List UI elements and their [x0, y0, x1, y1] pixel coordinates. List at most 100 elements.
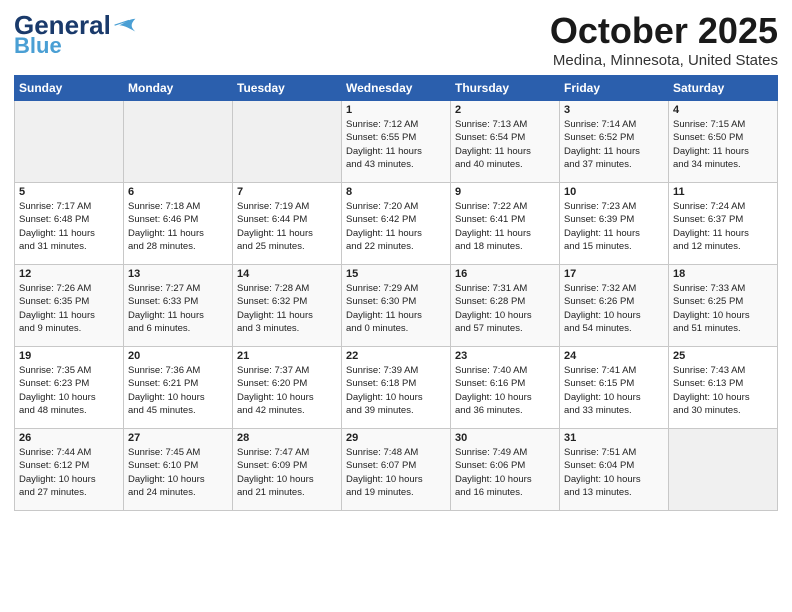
- calendar-cell: 27Sunrise: 7:45 AMSunset: 6:10 PMDayligh…: [124, 429, 233, 511]
- day-number: 4: [673, 104, 773, 116]
- calendar-cell: 13Sunrise: 7:27 AMSunset: 6:33 PMDayligh…: [124, 265, 233, 347]
- col-saturday: Saturday: [669, 76, 778, 101]
- col-thursday: Thursday: [451, 76, 560, 101]
- day-info: Sunrise: 7:43 AMSunset: 6:13 PMDaylight:…: [673, 364, 773, 417]
- logo-blue: Blue: [14, 35, 62, 57]
- day-number: 11: [673, 186, 773, 198]
- calendar-cell: 2 Sunrise: 7:13 AMSunset: 6:54 PMDaylight…: [451, 101, 560, 183]
- calendar-cell: 30 Sunrise: 7:49 AMSunset: 6:06 PMDayligh…: [451, 429, 560, 511]
- day-info: Sunrise: 7:15 AMSunset: 6:50 PMDaylight:…: [673, 118, 773, 171]
- calendar-cell: 17Sunrise: 7:32 AMSunset: 6:26 PMDayligh…: [560, 265, 669, 347]
- week-row-3: 12Sunrise: 7:26 AMSunset: 6:35 PMDayligh…: [15, 265, 778, 347]
- day-number: 28: [237, 432, 337, 444]
- day-number: 9: [455, 186, 555, 198]
- calendar-cell: 3 Sunrise: 7:14 AMSunset: 6:52 PMDaylight…: [560, 101, 669, 183]
- location: Medina, Minnesota, United States: [550, 52, 778, 69]
- day-info: Sunrise: 7:23 AMSunset: 6:39 PMDaylight:…: [564, 200, 664, 253]
- day-number: 22: [346, 350, 446, 362]
- day-info: Sunrise: 7:44 AMSunset: 6:12 PMDaylight:…: [19, 446, 119, 499]
- day-number: 8: [346, 186, 446, 198]
- day-info: Sunrise: 7:36 AMSunset: 6:21 PMDaylight:…: [128, 364, 228, 417]
- calendar-cell: 12Sunrise: 7:26 AMSunset: 6:35 PMDayligh…: [15, 265, 124, 347]
- day-info: Sunrise: 7:37 AMSunset: 6:20 PMDaylight:…: [237, 364, 337, 417]
- day-info: Sunrise: 7:47 AMSunset: 6:09 PMDaylight:…: [237, 446, 337, 499]
- calendar-cell: [233, 101, 342, 183]
- header-row: Sunday Monday Tuesday Wednesday Thursday…: [15, 76, 778, 101]
- day-number: 18: [673, 268, 773, 280]
- calendar-cell: 24 Sunrise: 7:41 AMSunset: 6:15 PMDayligh…: [560, 347, 669, 429]
- month-title: October 2025: [550, 10, 778, 52]
- day-number: 2: [455, 104, 555, 116]
- calendar-cell: 29 Sunrise: 7:48 AMSunset: 6:07 PMDayligh…: [342, 429, 451, 511]
- day-number: 6: [128, 186, 228, 198]
- calendar-cell: 5Sunrise: 7:17 AMSunset: 6:48 PMDaylight…: [15, 183, 124, 265]
- day-info: Sunrise: 7:41 AMSunset: 6:15 PMDaylight:…: [564, 364, 664, 417]
- day-info: Sunrise: 7:29 AMSunset: 6:30 PMDaylight:…: [346, 282, 446, 335]
- col-monday: Monday: [124, 76, 233, 101]
- day-number: 10: [564, 186, 664, 198]
- title-block: October 2025 Medina, Minnesota, United S…: [550, 10, 778, 69]
- calendar-cell: 15 Sunrise: 7:29 AMSunset: 6:30 PMDayligh…: [342, 265, 451, 347]
- day-info: Sunrise: 7:14 AMSunset: 6:52 PMDaylight:…: [564, 118, 664, 171]
- calendar-cell: [124, 101, 233, 183]
- calendar-cell: 1Sunrise: 7:12 AMSunset: 6:55 PMDaylight…: [342, 101, 451, 183]
- day-info: Sunrise: 7:18 AMSunset: 6:46 PMDaylight:…: [128, 200, 228, 253]
- day-number: 16: [455, 268, 555, 280]
- calendar-cell: 28 Sunrise: 7:47 AMSunset: 6:09 PMDayligh…: [233, 429, 342, 511]
- day-info: Sunrise: 7:35 AMSunset: 6:23 PMDaylight:…: [19, 364, 119, 417]
- day-number: 7: [237, 186, 337, 198]
- day-info: Sunrise: 7:12 AMSunset: 6:55 PMDaylight:…: [346, 118, 446, 171]
- calendar-cell: 22Sunrise: 7:39 AMSunset: 6:18 PMDayligh…: [342, 347, 451, 429]
- calendar-cell: 9Sunrise: 7:22 AMSunset: 6:41 PMDaylight…: [451, 183, 560, 265]
- day-info: Sunrise: 7:31 AMSunset: 6:28 PMDaylight:…: [455, 282, 555, 335]
- calendar-cell: 19Sunrise: 7:35 AMSunset: 6:23 PMDayligh…: [15, 347, 124, 429]
- day-info: Sunrise: 7:27 AMSunset: 6:33 PMDaylight:…: [128, 282, 228, 335]
- calendar-cell: 23 Sunrise: 7:40 AMSunset: 6:16 PMDayligh…: [451, 347, 560, 429]
- day-info: Sunrise: 7:49 AMSunset: 6:06 PMDaylight:…: [455, 446, 555, 499]
- week-row-5: 26 Sunrise: 7:44 AMSunset: 6:12 PMDayligh…: [15, 429, 778, 511]
- day-info: Sunrise: 7:20 AMSunset: 6:42 PMDaylight:…: [346, 200, 446, 253]
- week-row-1: 1Sunrise: 7:12 AMSunset: 6:55 PMDaylight…: [15, 101, 778, 183]
- day-number: 30: [455, 432, 555, 444]
- day-number: 17: [564, 268, 664, 280]
- calendar-cell: [15, 101, 124, 183]
- calendar-cell: 21 Sunrise: 7:37 AMSunset: 6:20 PMDayligh…: [233, 347, 342, 429]
- calendar-cell: 6 Sunrise: 7:18 AMSunset: 6:46 PMDaylight…: [124, 183, 233, 265]
- day-info: Sunrise: 7:28 AMSunset: 6:32 PMDaylight:…: [237, 282, 337, 335]
- day-number: 3: [564, 104, 664, 116]
- logo-bird-icon: [113, 17, 137, 35]
- day-number: 29: [346, 432, 446, 444]
- day-number: 5: [19, 186, 119, 198]
- day-info: Sunrise: 7:13 AMSunset: 6:54 PMDaylight:…: [455, 118, 555, 171]
- day-number: 14: [237, 268, 337, 280]
- day-number: 23: [455, 350, 555, 362]
- calendar-cell: 26 Sunrise: 7:44 AMSunset: 6:12 PMDayligh…: [15, 429, 124, 511]
- calendar-cell: 18Sunrise: 7:33 AMSunset: 6:25 PMDayligh…: [669, 265, 778, 347]
- day-info: Sunrise: 7:48 AMSunset: 6:07 PMDaylight:…: [346, 446, 446, 499]
- calendar-cell: 4 Sunrise: 7:15 AMSunset: 6:50 PMDaylight…: [669, 101, 778, 183]
- logo: General Blue: [14, 10, 137, 57]
- header: General Blue October 2025 Medina, Minnes…: [14, 10, 778, 69]
- day-number: 21: [237, 350, 337, 362]
- day-number: 24: [564, 350, 664, 362]
- day-info: Sunrise: 7:19 AMSunset: 6:44 PMDaylight:…: [237, 200, 337, 253]
- calendar-cell: 8 Sunrise: 7:20 AMSunset: 6:42 PMDaylight…: [342, 183, 451, 265]
- day-info: Sunrise: 7:51 AMSunset: 6:04 PMDaylight:…: [564, 446, 664, 499]
- week-row-2: 5Sunrise: 7:17 AMSunset: 6:48 PMDaylight…: [15, 183, 778, 265]
- calendar-cell: 31Sunrise: 7:51 AMSunset: 6:04 PMDayligh…: [560, 429, 669, 511]
- day-number: 20: [128, 350, 228, 362]
- day-number: 26: [19, 432, 119, 444]
- day-number: 25: [673, 350, 773, 362]
- col-wednesday: Wednesday: [342, 76, 451, 101]
- col-friday: Friday: [560, 76, 669, 101]
- day-number: 15: [346, 268, 446, 280]
- day-info: Sunrise: 7:24 AMSunset: 6:37 PMDaylight:…: [673, 200, 773, 253]
- col-tuesday: Tuesday: [233, 76, 342, 101]
- day-info: Sunrise: 7:40 AMSunset: 6:16 PMDaylight:…: [455, 364, 555, 417]
- day-number: 27: [128, 432, 228, 444]
- calendar-cell: 25 Sunrise: 7:43 AMSunset: 6:13 PMDayligh…: [669, 347, 778, 429]
- week-row-4: 19Sunrise: 7:35 AMSunset: 6:23 PMDayligh…: [15, 347, 778, 429]
- calendar-cell: 14 Sunrise: 7:28 AMSunset: 6:32 PMDayligh…: [233, 265, 342, 347]
- calendar-cell: 7 Sunrise: 7:19 AMSunset: 6:44 PMDaylight…: [233, 183, 342, 265]
- calendar-cell: 20 Sunrise: 7:36 AMSunset: 6:21 PMDayligh…: [124, 347, 233, 429]
